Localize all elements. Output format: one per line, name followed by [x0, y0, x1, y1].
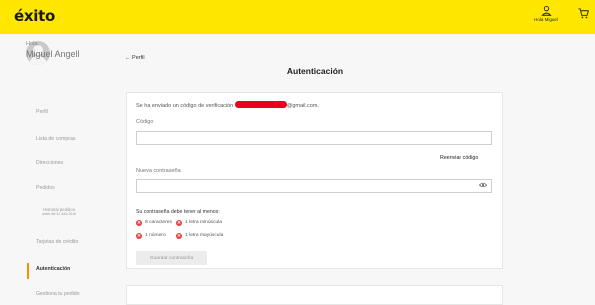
cart-icon[interactable]	[578, 8, 589, 19]
user-name: Miguel Angell	[26, 49, 80, 59]
back-to-profile-link[interactable]: ← Perfil	[125, 55, 145, 61]
error-x-icon: ✕	[136, 233, 142, 239]
user-icon	[540, 6, 552, 16]
error-x-icon: ✕	[176, 233, 182, 239]
greeting-text: Hola,	[26, 41, 39, 47]
rule-chars-label: 8 caracteres	[145, 220, 172, 225]
exito-logo[interactable]: éxito	[14, 7, 55, 25]
top-bar: éxito Hola Miguel	[0, 0, 595, 34]
new-password-label: Nueva contraseña	[136, 168, 181, 174]
sidebar-item-order-history[interactable]: Historial pedidos antes del 31 Julio 201…	[42, 207, 76, 217]
new-password-input[interactable]	[136, 179, 492, 193]
user-account-button[interactable]: Hola Miguel	[526, 5, 566, 22]
sidebar-item-shopping-lists[interactable]: Lista de compras	[36, 136, 76, 142]
secondary-card	[126, 285, 503, 305]
rule-lower-label: 1 letra minúscula	[185, 220, 222, 225]
error-x-icon: ✕	[176, 220, 182, 226]
sidebar-item-credit-cards[interactable]: Tarjetas de crédito	[36, 239, 78, 245]
sidebar-item-manage-order[interactable]: Gestiona tu pedido	[36, 291, 80, 297]
rule-number: ✕ 1 número	[136, 233, 166, 239]
redacted-email	[234, 101, 287, 108]
order-history-note: antes del 31 Julio 2018	[42, 212, 76, 216]
resend-code-link[interactable]: Reenviar código	[440, 155, 478, 161]
sent-message-prefix: Se ha enviado un código de verificación	[136, 103, 234, 109]
verification-sent-message: Se ha enviado un código de verificación …	[136, 101, 319, 109]
verification-code-input[interactable]	[136, 131, 492, 145]
rule-lowercase: ✕ 1 letra minúscula	[176, 220, 222, 226]
save-password-button[interactable]: Guardar contraseña	[136, 251, 207, 265]
active-indicator	[27, 263, 29, 279]
sidebar-item-addresses[interactable]: Direcciones	[36, 160, 63, 166]
sidebar-item-orders[interactable]: Pedidos	[36, 185, 55, 191]
page-title: Autenticación	[286, 66, 344, 76]
sent-message-suffix: @gmail.com.	[286, 103, 319, 109]
show-password-eye-icon[interactable]	[479, 182, 487, 188]
password-rules-title: Su contraseña debe tener al menos:	[136, 209, 220, 215]
rule-number-label: 1 número	[145, 233, 166, 238]
rule-uppercase: ✕ 1 letra mayúscula	[176, 233, 223, 239]
sidebar-item-profile[interactable]: Perfil	[36, 109, 48, 115]
user-greeting-label: Hola Miguel	[534, 17, 558, 22]
code-label: Código	[136, 119, 154, 125]
sidebar-item-authentication[interactable]: Autenticación	[36, 266, 70, 272]
rule-upper-label: 1 letra mayúscula	[185, 233, 224, 238]
error-x-icon: ✕	[136, 220, 142, 226]
rule-min-chars: ✕ 8 caracteres	[136, 220, 172, 226]
